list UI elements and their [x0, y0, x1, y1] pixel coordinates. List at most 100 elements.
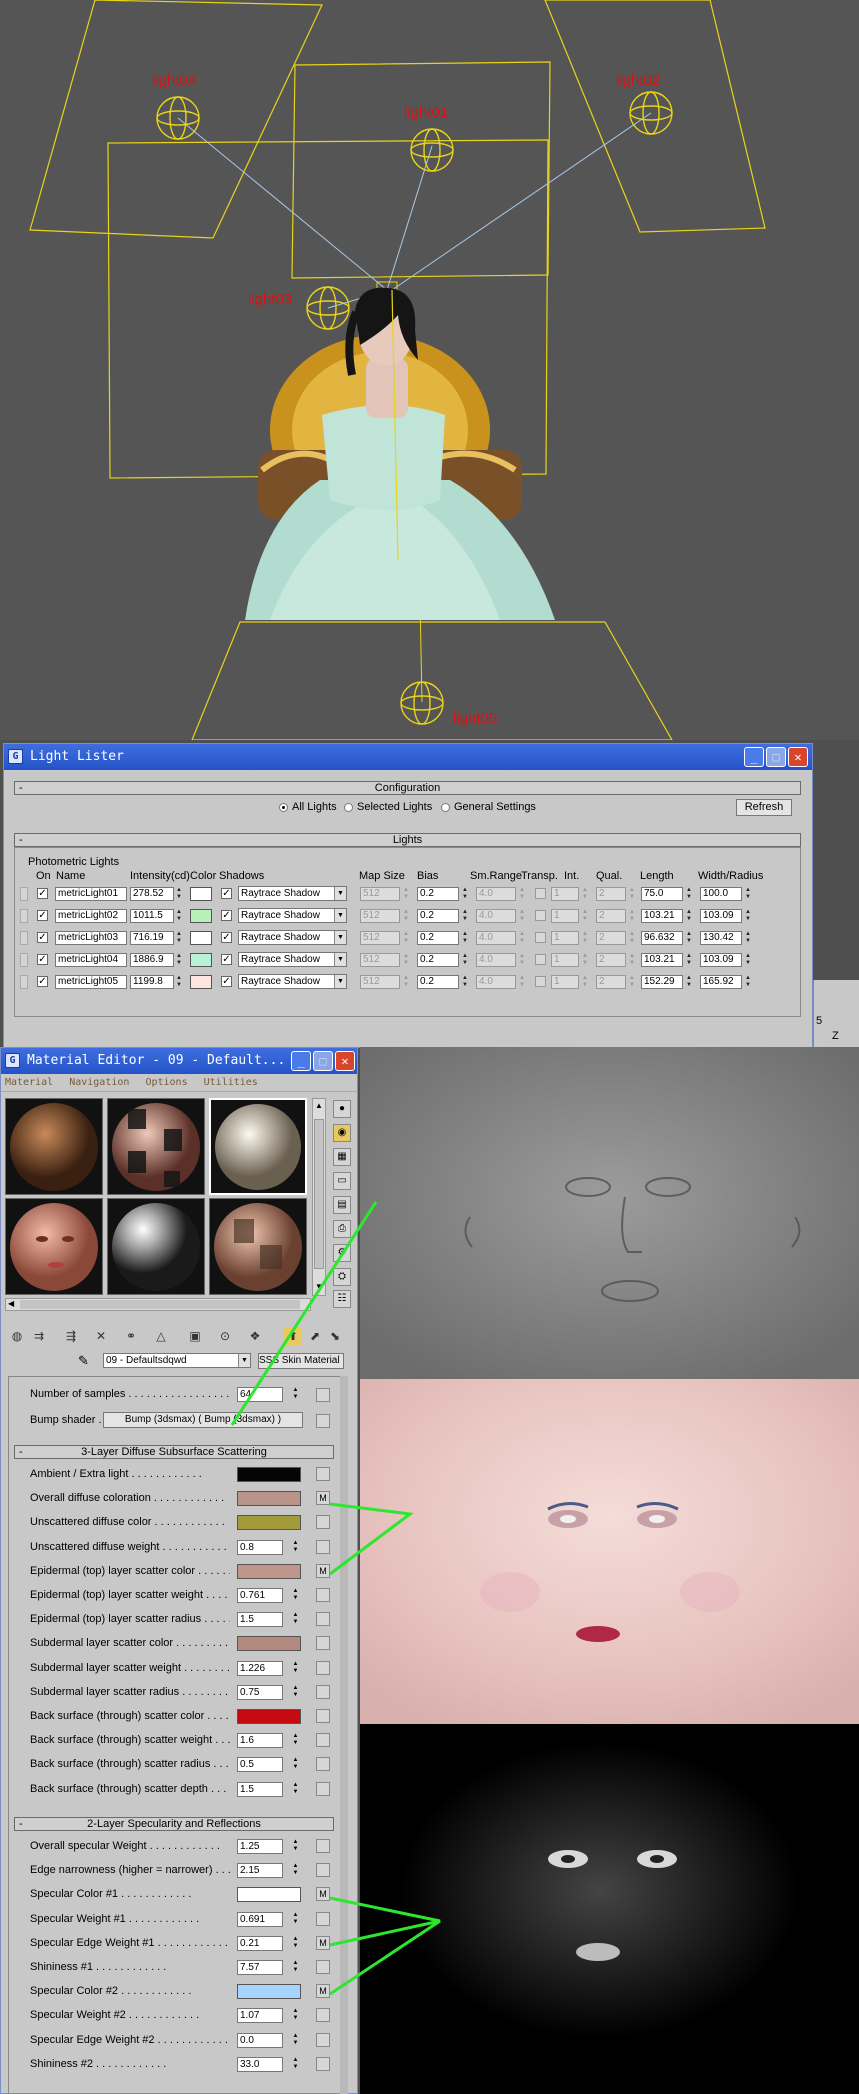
length-spinner[interactable]: ▲ ▼ — [685, 953, 693, 967]
width-radius-field[interactable]: 100.0 — [700, 887, 742, 901]
param-value-field[interactable]: 2.15 — [237, 1863, 283, 1879]
scroll-thumb[interactable] — [20, 1300, 300, 1309]
param-spinner[interactable]: ▲ ▼ — [291, 1612, 300, 1627]
param-map-button[interactable] — [316, 1660, 330, 1675]
bias-spinner[interactable]: ▲ ▼ — [461, 887, 469, 901]
width-spinner[interactable]: ▲ ▼ — [744, 975, 752, 989]
param-color-swatch[interactable] — [237, 1563, 301, 1579]
length-spinner[interactable]: ▲ ▼ — [685, 887, 693, 901]
light-color-swatch[interactable] — [190, 931, 212, 945]
param-map-button[interactable] — [316, 1839, 330, 1853]
sample-slot-6[interactable] — [209, 1198, 307, 1295]
param-value-field[interactable]: 1.5 — [237, 1612, 283, 1628]
width-spinner[interactable]: ▲ ▼ — [744, 931, 752, 945]
intensity-spinner[interactable]: ▲ ▼ — [175, 931, 183, 945]
param-map-button[interactable] — [316, 1515, 330, 1530]
rollout-scroll-track[interactable] — [340, 1376, 348, 2094]
put-to-library-icon[interactable]: △ — [152, 1327, 170, 1345]
light-intensity-field[interactable]: 1886.9 — [130, 953, 174, 967]
bias-field[interactable]: 0.2 — [417, 909, 459, 923]
param-spinner[interactable]: ▲ ▼ — [291, 1863, 300, 1878]
param-value-field[interactable]: 1.6 — [237, 1733, 283, 1749]
length-field[interactable]: 103.21 — [641, 953, 683, 967]
param-value-field[interactable]: 0.5 — [237, 1757, 283, 1773]
param-spinner[interactable]: ▲ ▼ — [291, 1661, 300, 1676]
bump-shader-button[interactable]: Bump (3dsmax) ( Bump (3dsmax) ) — [103, 1412, 303, 1428]
configuration-rollout-header[interactable]: - Configuration — [14, 781, 801, 795]
shadows-checkbox[interactable]: ✓ — [221, 932, 232, 943]
param-value-field[interactable]: 1.07 — [237, 2008, 283, 2024]
light-intensity-field[interactable]: 278.52 — [130, 887, 174, 901]
intensity-spinner[interactable]: ▲ ▼ — [175, 887, 183, 901]
param-value-field[interactable]: 0.75 — [237, 1684, 283, 1700]
sample-slot-2[interactable] — [107, 1098, 205, 1195]
general-settings-radio[interactable]: General Settings — [441, 801, 536, 813]
shadow-type-dropdown[interactable]: Raytrace Shadow ▼ — [238, 930, 347, 945]
sample-slot-1[interactable] — [5, 1098, 103, 1195]
specularity-rollout-header[interactable]: -2-Layer Specularity and Reflections — [14, 1817, 334, 1831]
shadow-type-dropdown[interactable]: Raytrace Shadow ▼ — [238, 952, 347, 967]
param-value-field[interactable]: 0.761 — [237, 1588, 283, 1603]
param-map-button[interactable] — [316, 1911, 330, 1926]
length-field[interactable]: 152.29 — [641, 975, 683, 989]
length-spinner[interactable]: ▲ ▼ — [685, 975, 693, 989]
light-on-checkbox[interactable]: ✓ — [37, 932, 48, 943]
param-value-field[interactable]: 1.25 — [237, 1839, 283, 1854]
bias-spinner[interactable]: ▲ ▼ — [461, 975, 469, 989]
param-color-swatch[interactable] — [237, 1491, 301, 1507]
material-type-button[interactable]: SSS Skin Material (mi) — [258, 1353, 344, 1369]
bias-field[interactable]: 0.2 — [417, 931, 459, 945]
scroll-up-arrow[interactable]: ▲ — [314, 1101, 324, 1111]
intensity-spinner[interactable]: ▲ ▼ — [175, 953, 183, 967]
param-color-swatch[interactable] — [237, 1636, 301, 1652]
light-name-field[interactable]: metricLight01 — [55, 887, 127, 901]
param-map-button[interactable]: M — [316, 1984, 330, 1999]
scene-viewport[interactable]: light04 light01 light02 light03 light05 — [0, 0, 859, 740]
param-spinner[interactable]: ▲ ▼ — [291, 2008, 300, 2023]
selected-lights-radio[interactable]: Selected Lights — [344, 801, 432, 813]
assign-material-icon[interactable]: ⇶ — [62, 1327, 80, 1345]
close-button[interactable]: ✕ — [335, 1051, 355, 1071]
reset-map-icon[interactable]: ✕ — [92, 1327, 110, 1345]
param-map-button[interactable] — [316, 2056, 330, 2071]
param-color-swatch[interactable] — [237, 1515, 301, 1531]
param-color-swatch[interactable] — [237, 1467, 301, 1482]
light-row-grip[interactable] — [20, 909, 28, 923]
width-spinner[interactable]: ▲ ▼ — [744, 909, 752, 923]
samples-spinner[interactable]: ▲ ▼ — [291, 1387, 300, 1402]
samples-field[interactable]: 64 — [237, 1387, 283, 1402]
go-forward-sibling-icon[interactable]: ⬈ — [306, 1327, 324, 1345]
param-map-button[interactable] — [316, 1612, 330, 1627]
width-radius-field[interactable]: 103.09 — [700, 953, 742, 967]
light-on-checkbox[interactable]: ✓ — [37, 954, 48, 965]
param-map-button[interactable] — [316, 1684, 330, 1699]
shadows-checkbox[interactable]: ✓ — [221, 888, 232, 899]
param-value-field[interactable]: 0.8 — [237, 1539, 283, 1555]
material-id-channel-icon[interactable]: ▣ — [186, 1327, 204, 1345]
show-end-result-icon[interactable]: ❖ — [246, 1327, 264, 1345]
light-lister-titlebar[interactable]: G Light Lister _ □ ✕ — [4, 744, 812, 770]
video-color-check-icon[interactable]: ▤ — [333, 1196, 351, 1214]
material-editor-titlebar[interactable]: G Material Editor - 09 - Default... _ □ … — [1, 1048, 357, 1074]
light-color-swatch[interactable] — [190, 975, 212, 989]
intensity-spinner[interactable]: ▲ ▼ — [175, 975, 183, 989]
menu-navigation[interactable]: Navigation — [69, 1077, 129, 1088]
param-map-button[interactable] — [316, 1960, 330, 1974]
param-value-field[interactable]: 33.0 — [237, 2056, 283, 2072]
param-value-field[interactable]: 0.0 — [237, 2032, 283, 2048]
param-color-swatch[interactable] — [237, 1709, 301, 1724]
param-value-field[interactable]: 7.57 — [237, 1960, 283, 1975]
bias-spinner[interactable]: ▲ ▼ — [461, 953, 469, 967]
width-radius-field[interactable]: 165.92 — [700, 975, 742, 989]
width-spinner[interactable]: ▲ ▼ — [744, 953, 752, 967]
param-map-button[interactable]: M — [316, 1563, 330, 1578]
shadows-checkbox[interactable]: ✓ — [221, 910, 232, 921]
scroll-left-arrow[interactable]: ◀ — [8, 1299, 14, 1308]
shadow-type-dropdown[interactable]: Raytrace Shadow ▼ — [238, 886, 347, 901]
bias-field[interactable]: 0.2 — [417, 975, 459, 989]
width-spinner[interactable]: ▲ ▼ — [744, 887, 752, 901]
light-on-checkbox[interactable]: ✓ — [37, 976, 48, 987]
param-spinner[interactable]: ▲ ▼ — [291, 1782, 300, 1797]
param-spinner[interactable]: ▲ ▼ — [291, 1685, 300, 1700]
param-color-swatch[interactable] — [237, 1887, 301, 1903]
